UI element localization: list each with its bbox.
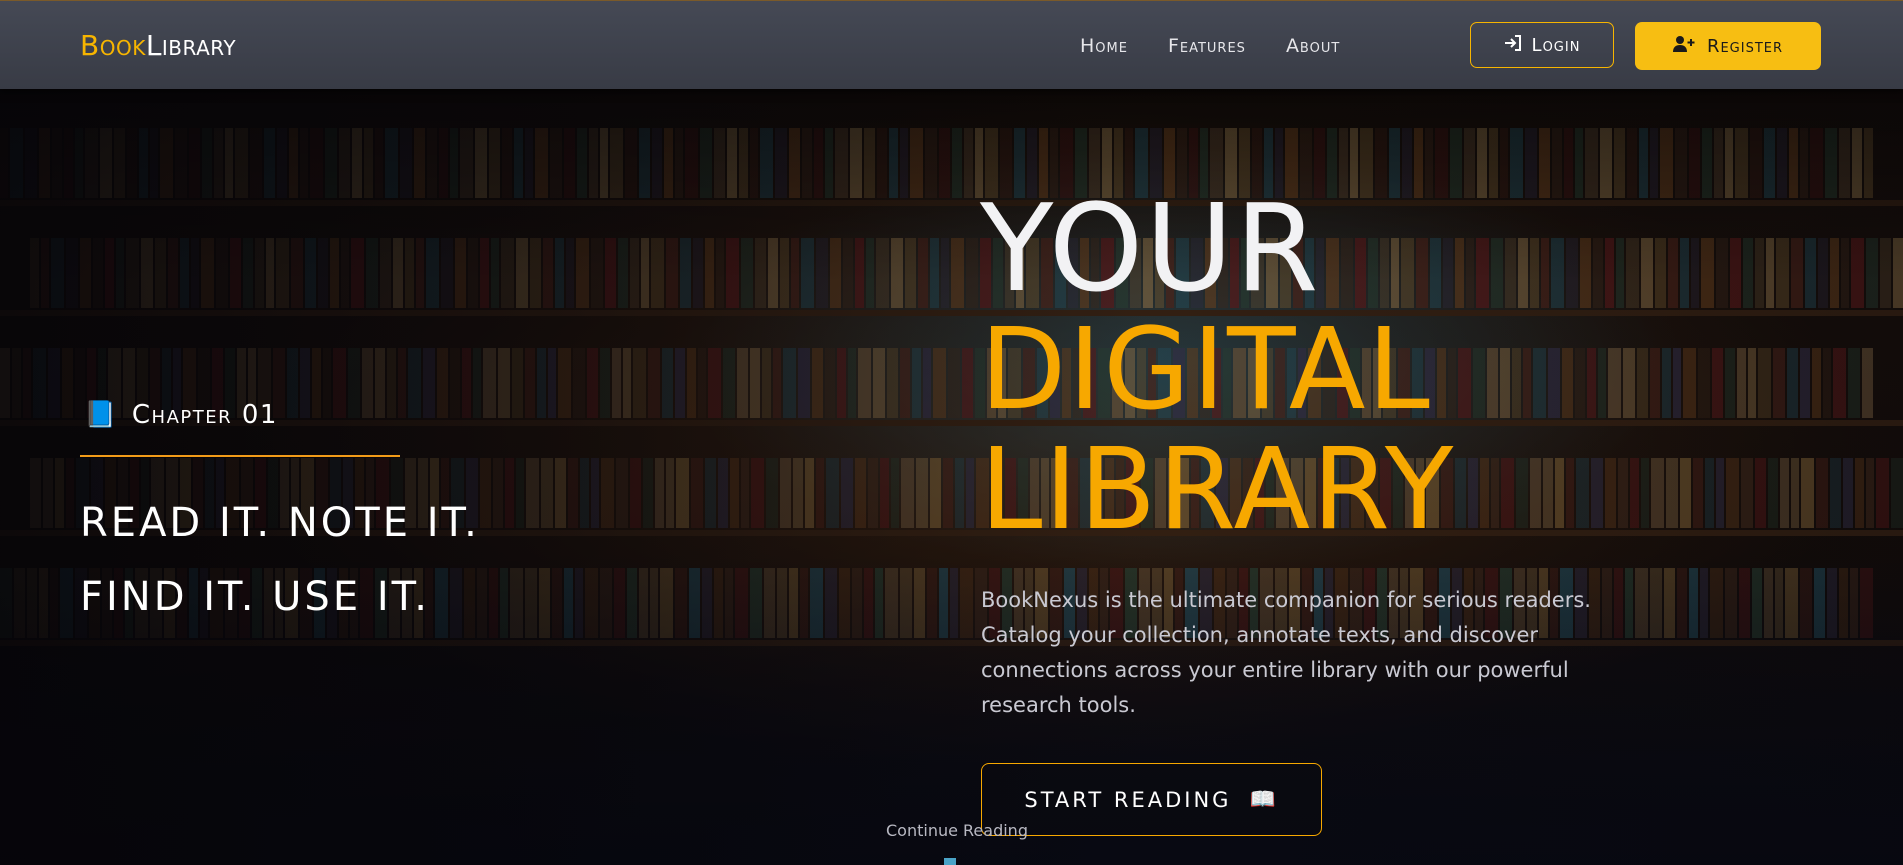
chapter-label: Chapter 01 bbox=[131, 400, 278, 430]
site-logo[interactable]: BookLibrary bbox=[80, 29, 236, 63]
login-label: Login bbox=[1531, 34, 1581, 56]
register-button[interactable]: Register bbox=[1635, 22, 1821, 70]
sign-in-icon bbox=[1504, 34, 1522, 56]
logo-book: Book bbox=[80, 29, 146, 62]
logo-library: Library bbox=[145, 29, 237, 62]
chapter-heading: 📘 Chapter 01 bbox=[84, 400, 278, 430]
continue-reading-link[interactable]: Continue Reading bbox=[886, 821, 1028, 840]
user-plus-icon bbox=[1672, 35, 1695, 58]
nav-link-home[interactable]: Home bbox=[1080, 34, 1128, 58]
nav-links: Home Features About bbox=[1080, 34, 1340, 58]
tagline-line-1: READ IT. NOTE IT. bbox=[80, 500, 480, 546]
nav-link-about[interactable]: About bbox=[1286, 34, 1340, 58]
top-navbar: BookLibrary Home Features About Login Re… bbox=[0, 0, 1903, 89]
headline-your: YOUR bbox=[980, 180, 1321, 319]
hero-background bbox=[0, 88, 1903, 865]
nav-link-features[interactable]: Features bbox=[1168, 34, 1246, 58]
login-button[interactable]: Login bbox=[1470, 22, 1614, 68]
open-book-icon: 📖 bbox=[1249, 787, 1279, 811]
hero-description: BookNexus is the ultimate companion for … bbox=[981, 588, 1591, 717]
chapter-divider bbox=[80, 455, 400, 457]
hero-headline: YOUR DIGITAL LIBRARY bbox=[980, 180, 1456, 555]
hero-overlay bbox=[0, 88, 1903, 865]
register-label: Register bbox=[1706, 35, 1784, 57]
headline-digital: DIGITAL bbox=[980, 305, 1432, 435]
blue-book-icon: 📘 bbox=[84, 400, 118, 430]
tagline-line-2: FIND IT. USE IT. bbox=[80, 574, 431, 620]
cta-label: START READING bbox=[1024, 787, 1232, 812]
start-reading-button[interactable]: START READING 📖 bbox=[981, 763, 1322, 836]
headline-library: LIBRARY bbox=[980, 425, 1456, 555]
scroll-indicator bbox=[944, 858, 956, 865]
